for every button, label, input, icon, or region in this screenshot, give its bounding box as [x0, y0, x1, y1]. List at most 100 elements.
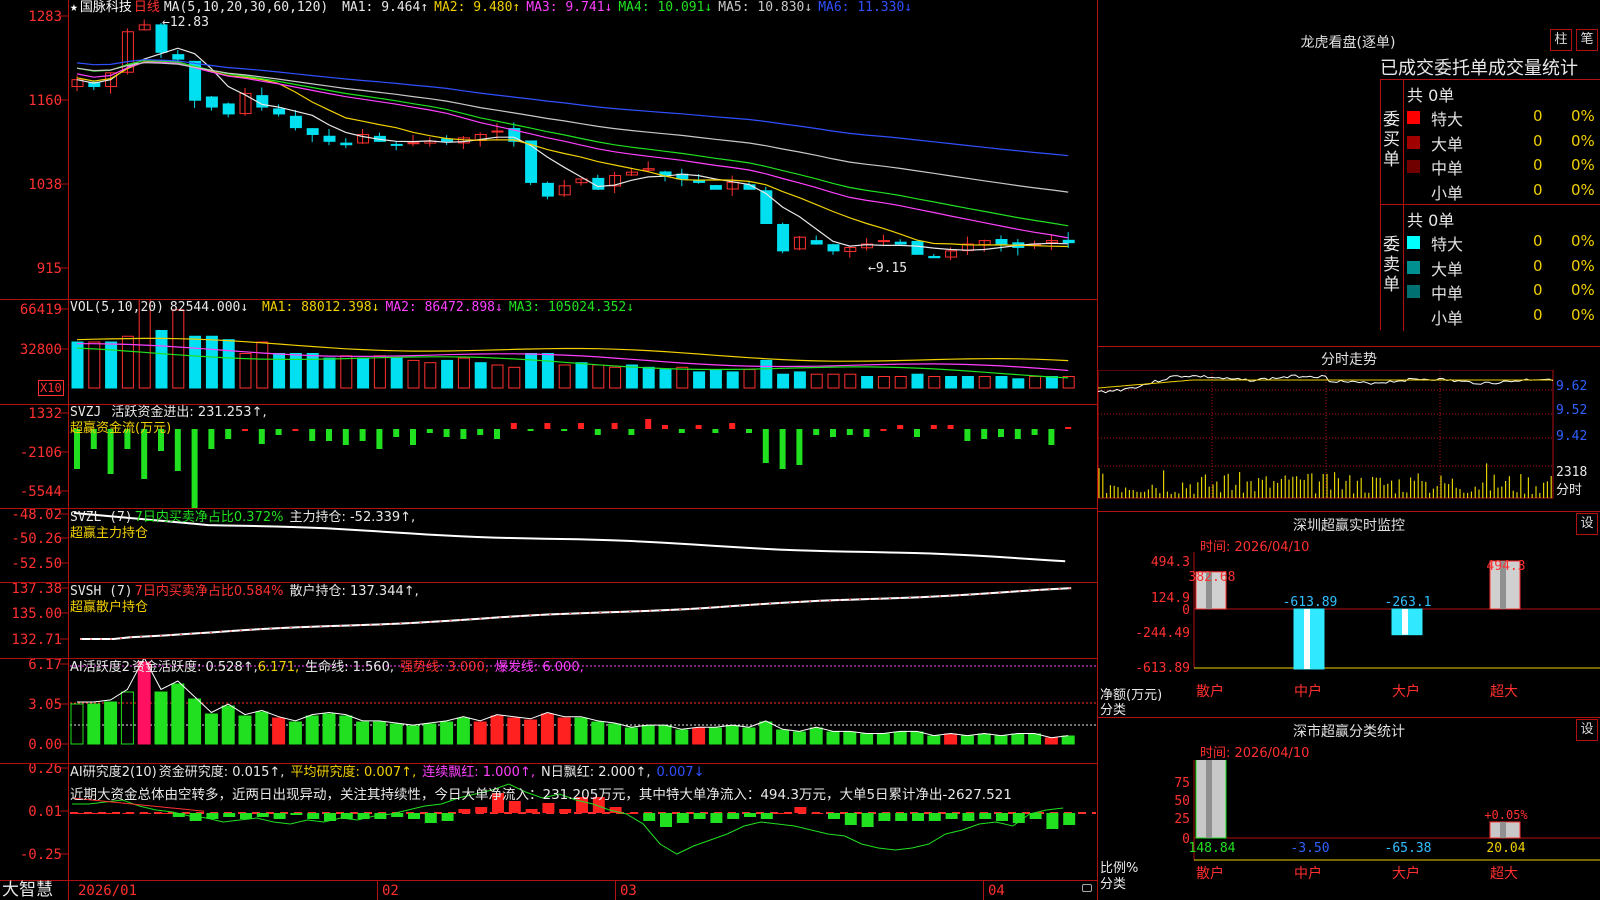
intraday-chart[interactable]: 9.62 9.52 9.42 2318 分时 [1098, 370, 1600, 510]
order-row: 小单 0 0% [1403, 304, 1600, 328]
intraday-avg-line [1098, 379, 1553, 389]
ai1-text1: 资金活跃度: 0.528↑, [132, 660, 258, 675]
svzj-bar [494, 429, 500, 439]
svzj-label: SVZJ [70, 405, 102, 420]
monitor-y-label: 0 [1182, 603, 1190, 618]
activity-bar [557, 717, 571, 745]
swatch-icon [1407, 309, 1420, 323]
activity-bar [188, 698, 202, 745]
activity-bar [356, 721, 370, 745]
activity-bar [104, 701, 118, 745]
volume-bar [289, 353, 302, 389]
lock-icon[interactable] [1082, 884, 1092, 892]
y-tick-label: -5544 [20, 484, 62, 500]
volume-bar [743, 369, 756, 389]
candlestick-chart[interactable]: 1283 1160 1038 915 ←12.83 ←9.15 [0, 0, 1098, 299]
monitor-category: 中户 [1294, 683, 1322, 700]
activity-bar [339, 715, 353, 745]
y-tick-label: 0.26 [28, 764, 62, 777]
volume-bar [693, 371, 706, 389]
research-bar [240, 813, 252, 819]
activity-bar [658, 725, 672, 745]
low-marker: ←9.15 [868, 261, 907, 276]
activity-bar [725, 725, 739, 745]
intraday-price-line [1098, 374, 1554, 394]
classify-time: 时间: 2026/04/10 [1200, 746, 1310, 761]
volume-bar [760, 359, 773, 389]
monitor-chart[interactable]: 494.3124.90-244.49-613.89382.68散户-613.89… [1098, 552, 1600, 717]
y-tick-label: 0.00 [28, 737, 62, 753]
research-bar [928, 813, 941, 821]
candle-down [172, 54, 185, 60]
ai2-header: AI研究度2(10) 资金研究度: 0.015↑, 平均研究度: 0.007↑, 连续… [70, 765, 711, 781]
classify-value-label: -3.50 [1290, 841, 1329, 856]
volume-bar [508, 366, 521, 389]
activity-bar [876, 733, 890, 745]
activity-bar [372, 721, 386, 745]
lhb-subtitle: 已成交委托单成交量统计 [1380, 58, 1578, 79]
classify-settings-button[interactable]: 设 [1576, 719, 1598, 741]
svzj-bar [611, 423, 618, 429]
research-bar [760, 813, 773, 819]
high-marker: ←12.83 [162, 15, 209, 30]
star-icon[interactable]: ★ [70, 0, 78, 15]
classify-y-label: 25 [1174, 812, 1190, 827]
order-count: 0 [1533, 107, 1543, 125]
volume-bar [945, 376, 958, 389]
brand-logo: 大智慧 [2, 880, 53, 900]
ai1-text2: 6.171, [257, 660, 300, 675]
volume-bar [777, 373, 790, 389]
candle-down [928, 255, 941, 259]
intraday-unit: 分时 [1556, 483, 1582, 498]
buy-side-label: 委买单 [1383, 110, 1400, 170]
svzj-bar [309, 429, 316, 441]
svzj-bar [628, 429, 635, 435]
volume-bar [357, 357, 370, 389]
volume-bar [558, 364, 571, 389]
research-bar [559, 809, 572, 813]
candle-down [541, 182, 554, 197]
main-chart-area[interactable]: 1283 1160 1038 915 ←12.83 ←9.15 ★ 国脉科技 日线 MA(5,1… [0, 0, 1098, 900]
svzj-bar [426, 429, 433, 433]
order-count: 0 [1533, 131, 1543, 150]
buy-total: 共 0单 [1407, 86, 1455, 105]
candle-down [894, 241, 907, 245]
swatch-icon [1407, 184, 1420, 198]
classify-y-label: 50 [1174, 794, 1190, 809]
swatch-icon [1407, 160, 1420, 173]
svzj-bar [191, 429, 198, 508]
svzj-bar [359, 429, 366, 441]
activity-bar [171, 683, 185, 745]
y-tick-label: 3.05 [28, 697, 62, 713]
monitor-settings-button[interactable]: 设 [1576, 513, 1598, 535]
volume-bar [827, 373, 840, 389]
classify-chart[interactable]: 7550250148.84散户-3.50中户-65.38大户20.04超大+0.… [1098, 760, 1600, 900]
ma-line-2 [76, 60, 1069, 248]
order-type: 中单 [1431, 159, 1464, 178]
order-pct: 0% [1571, 281, 1595, 299]
tick-mode-button[interactable]: 笔 [1576, 29, 1598, 51]
classify-category: 散户 [1196, 865, 1224, 882]
ma-line-1 [76, 47, 1069, 251]
research-bar [626, 813, 639, 814]
ai-research-chart[interactable]: 0.26 0.01 -0.25 [0, 764, 1098, 880]
lhb-stats-box: 委买单 委卖单 共 0单 共 0单 特大 0 0% 大单 0 0% 中单 0 0% 小单 0 0% 特… [1380, 79, 1600, 331]
volume-bar [592, 364, 605, 389]
candle-down [709, 185, 722, 190]
ai2-label: AI研究度2(10) [70, 765, 157, 780]
classify-category: 超大 [1490, 866, 1518, 882]
research-bar [811, 813, 824, 814]
vol-ma-value: MA3: 105024.352↓ [508, 300, 635, 315]
period-label[interactable]: 日线 [134, 0, 160, 15]
svzj-bar [863, 429, 870, 437]
research-bar [424, 813, 437, 823]
candle-up [491, 130, 504, 133]
monitor-category: 散户 [1196, 683, 1224, 700]
swatch-icon [1407, 236, 1420, 249]
svzj-text1: 活跃资金进出: 231.253↑, [111, 405, 267, 420]
y-tick-label: 6.17 [28, 659, 62, 673]
volume-bar [844, 373, 857, 389]
volume-bar [609, 366, 622, 389]
monitor-title: 深圳超赢实时监控 [1293, 518, 1405, 534]
bar-mode-button[interactable]: 柱 [1550, 29, 1572, 51]
